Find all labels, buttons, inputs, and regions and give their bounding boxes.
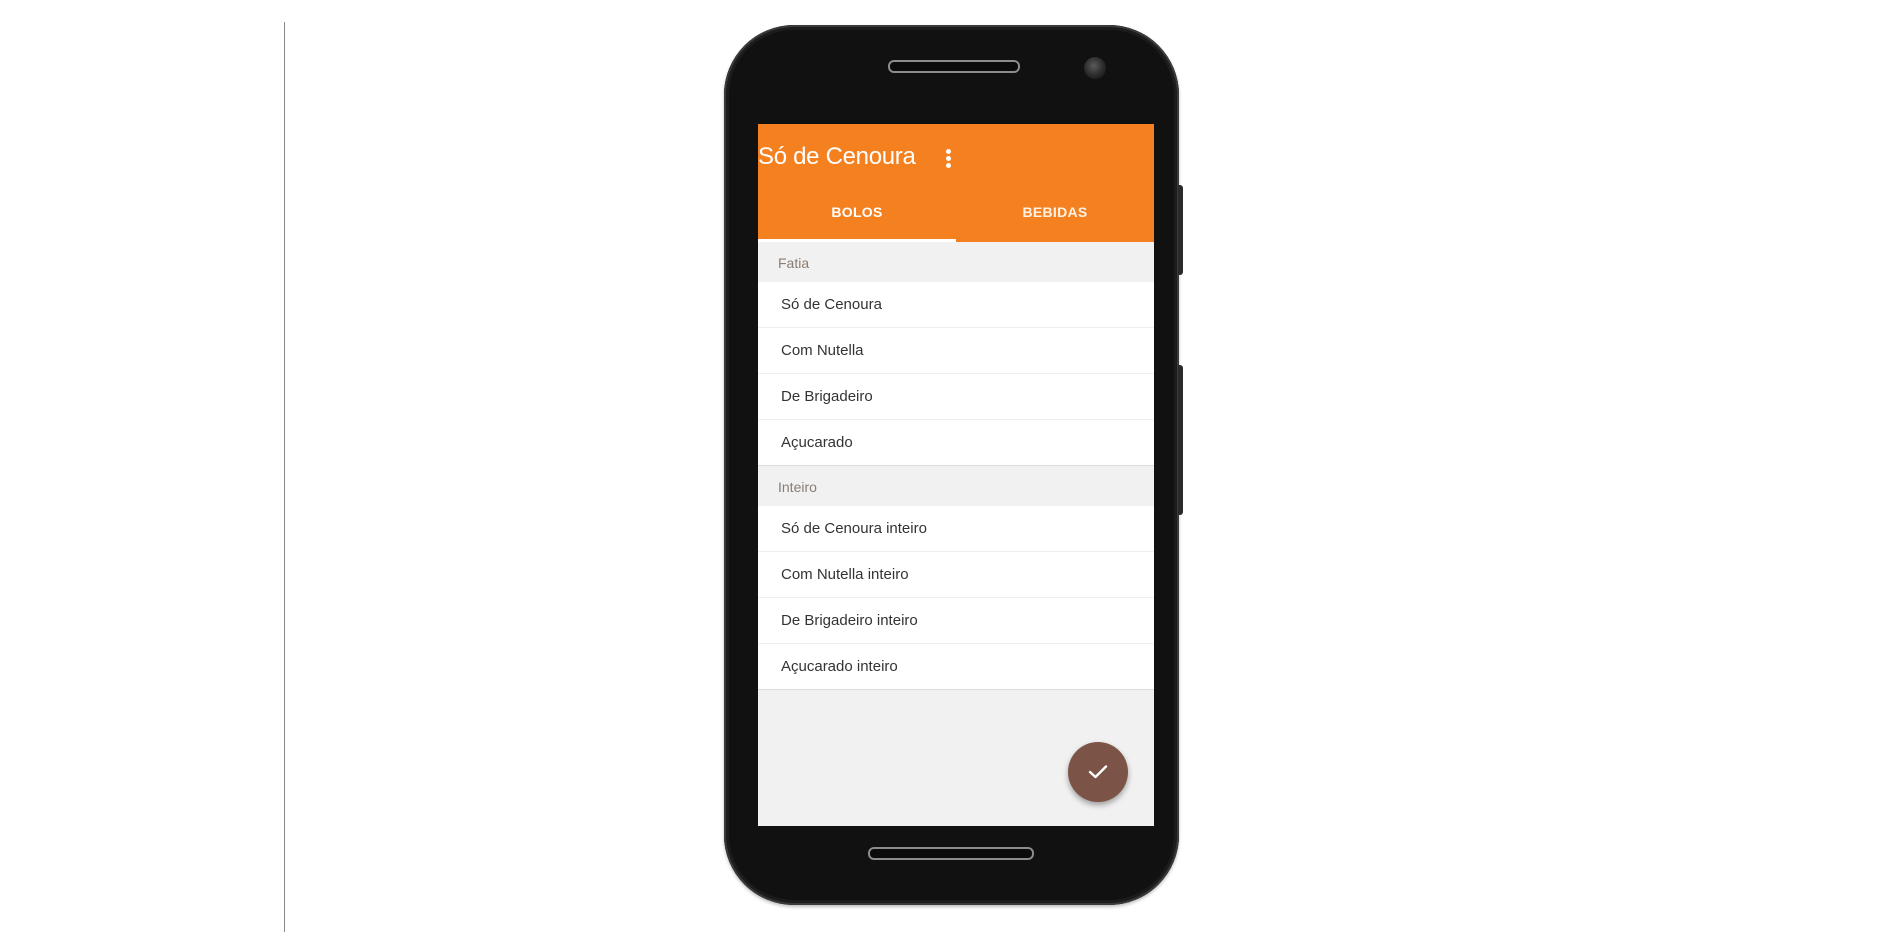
list-item[interactable]: De Brigadeiro (758, 374, 1154, 420)
list-item[interactable]: Açucarado inteiro (758, 644, 1154, 690)
tab-label: BOLOS (831, 204, 883, 220)
list-item[interactable]: Com Nutella (758, 328, 1154, 374)
phone-frame: Só de Cenoura BOLOS BEBIDAS Fatia Só de … (724, 25, 1183, 905)
list-item[interactable]: Com Nutella inteiro (758, 552, 1154, 598)
product-list: Fatia Só de Cenoura Com Nutella De Briga… (758, 242, 1154, 690)
list-item[interactable]: Só de Cenoura (758, 282, 1154, 328)
app-title: Só de Cenoura (758, 143, 916, 170)
front-camera (1084, 57, 1106, 79)
app-screen: Só de Cenoura BOLOS BEBIDAS Fatia Só de … (758, 124, 1154, 826)
left-divider (284, 22, 285, 932)
tab-bebidas[interactable]: BEBIDAS (956, 204, 1154, 240)
section-header-inteiro: Inteiro (758, 466, 1154, 506)
bottom-speaker (868, 847, 1034, 860)
tab-bolos[interactable]: BOLOS (758, 204, 956, 240)
app-bar: Só de Cenoura BOLOS BEBIDAS (758, 124, 1154, 242)
list-item[interactable]: Açucarado (758, 420, 1154, 466)
volume-button (1178, 365, 1183, 515)
section-header-fatia: Fatia (758, 242, 1154, 282)
check-icon (1088, 765, 1108, 779)
list-item[interactable]: Só de Cenoura inteiro (758, 506, 1154, 552)
more-vertical-icon[interactable] (944, 149, 952, 171)
power-button (1178, 185, 1183, 275)
confirm-fab-button[interactable] (1068, 742, 1128, 802)
tab-label: BEBIDAS (1022, 204, 1088, 220)
list-item[interactable]: De Brigadeiro inteiro (758, 598, 1154, 644)
earpiece-speaker (888, 60, 1020, 73)
